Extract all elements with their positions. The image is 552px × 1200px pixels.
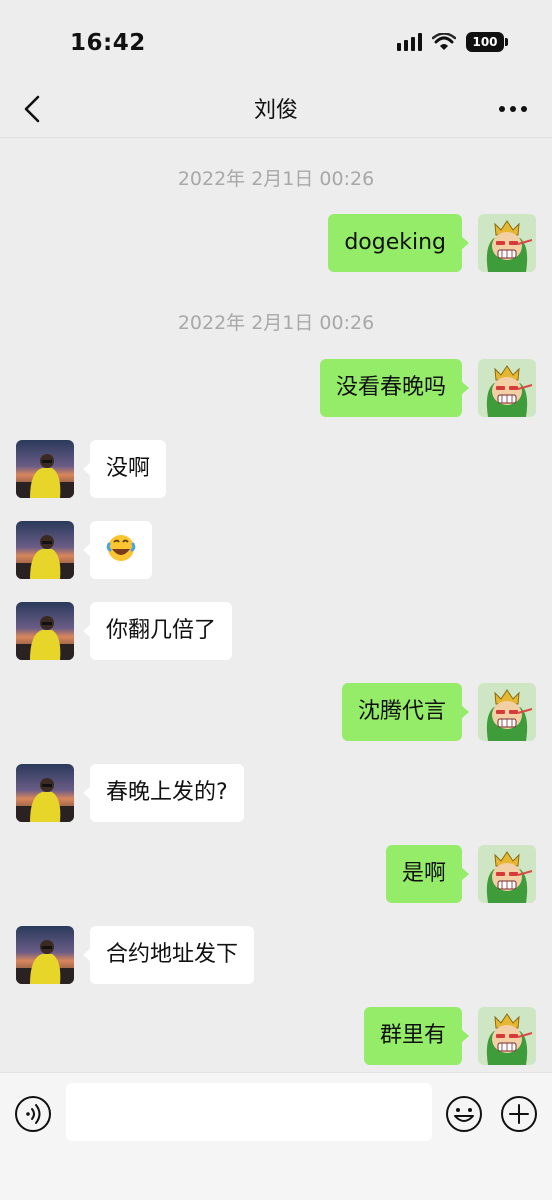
input-bar — [0, 1072, 552, 1200]
status-icons: 100 — [397, 32, 508, 52]
my-avatar[interactable] — [478, 1007, 536, 1065]
message-outgoing: 群里有 — [0, 1007, 552, 1065]
emoji-icon[interactable] — [445, 1095, 483, 1133]
contact-avatar[interactable] — [16, 926, 74, 984]
wifi-icon — [432, 33, 456, 50]
more-icon[interactable] — [496, 92, 530, 126]
message-bubble[interactable]: 没看春晚吗 — [319, 359, 470, 417]
rolling-laughing-emoji-icon — [106, 535, 136, 561]
message-bubble[interactable]: 合约地址发下 — [82, 926, 255, 984]
message-outgoing: dogeking — [0, 214, 552, 272]
nav-bar: 刘俊 — [0, 80, 552, 138]
timestamp: 2022年 2月1日 00:26 — [177, 168, 375, 190]
contact-avatar[interactable] — [16, 764, 74, 822]
status-time: 16:42 — [70, 30, 146, 56]
message-bubble[interactable]: dogeking — [328, 214, 469, 272]
my-avatar[interactable] — [478, 683, 536, 741]
message-input[interactable] — [66, 1083, 432, 1141]
timestamp: 2022年 2月1日 00:26 — [177, 312, 375, 334]
cellular-signal-icon — [397, 33, 422, 51]
message-bubble[interactable]: 春晚上发的? — [83, 764, 244, 822]
my-avatar[interactable] — [478, 214, 536, 272]
status-bar: 16:42 100 — [0, 0, 552, 88]
chat-title: 刘俊 — [253, 98, 298, 123]
message-incoming: 合约地址发下 — [0, 926, 552, 984]
contact-avatar[interactable] — [16, 521, 74, 579]
my-avatar[interactable] — [478, 845, 536, 903]
message-outgoing: 没看春晚吗 — [0, 359, 552, 417]
message-incoming: 你翻几倍了 — [0, 602, 552, 660]
message-bubble[interactable]: 没啊 — [82, 440, 167, 498]
message-incoming — [0, 521, 552, 579]
message-bubble[interactable] — [83, 521, 152, 579]
message-bubble[interactable]: 是啊 — [385, 845, 470, 903]
message-bubble[interactable]: 沈腾代言 — [341, 683, 470, 741]
plus-icon[interactable] — [500, 1095, 538, 1133]
message-bubble[interactable]: 你翻几倍了 — [82, 602, 233, 660]
battery-icon: 100 — [466, 32, 508, 52]
message-bubble[interactable]: 群里有 — [363, 1007, 470, 1065]
voice-icon[interactable] — [14, 1095, 52, 1133]
message-outgoing: 沈腾代言 — [0, 683, 552, 741]
message-incoming: 没啊 — [0, 440, 552, 498]
message-outgoing: 是啊 — [0, 845, 552, 903]
message-incoming: 春晚上发的? — [0, 764, 552, 822]
contact-avatar[interactable] — [16, 602, 74, 660]
my-avatar[interactable] — [478, 359, 536, 417]
contact-avatar[interactable] — [16, 440, 74, 498]
